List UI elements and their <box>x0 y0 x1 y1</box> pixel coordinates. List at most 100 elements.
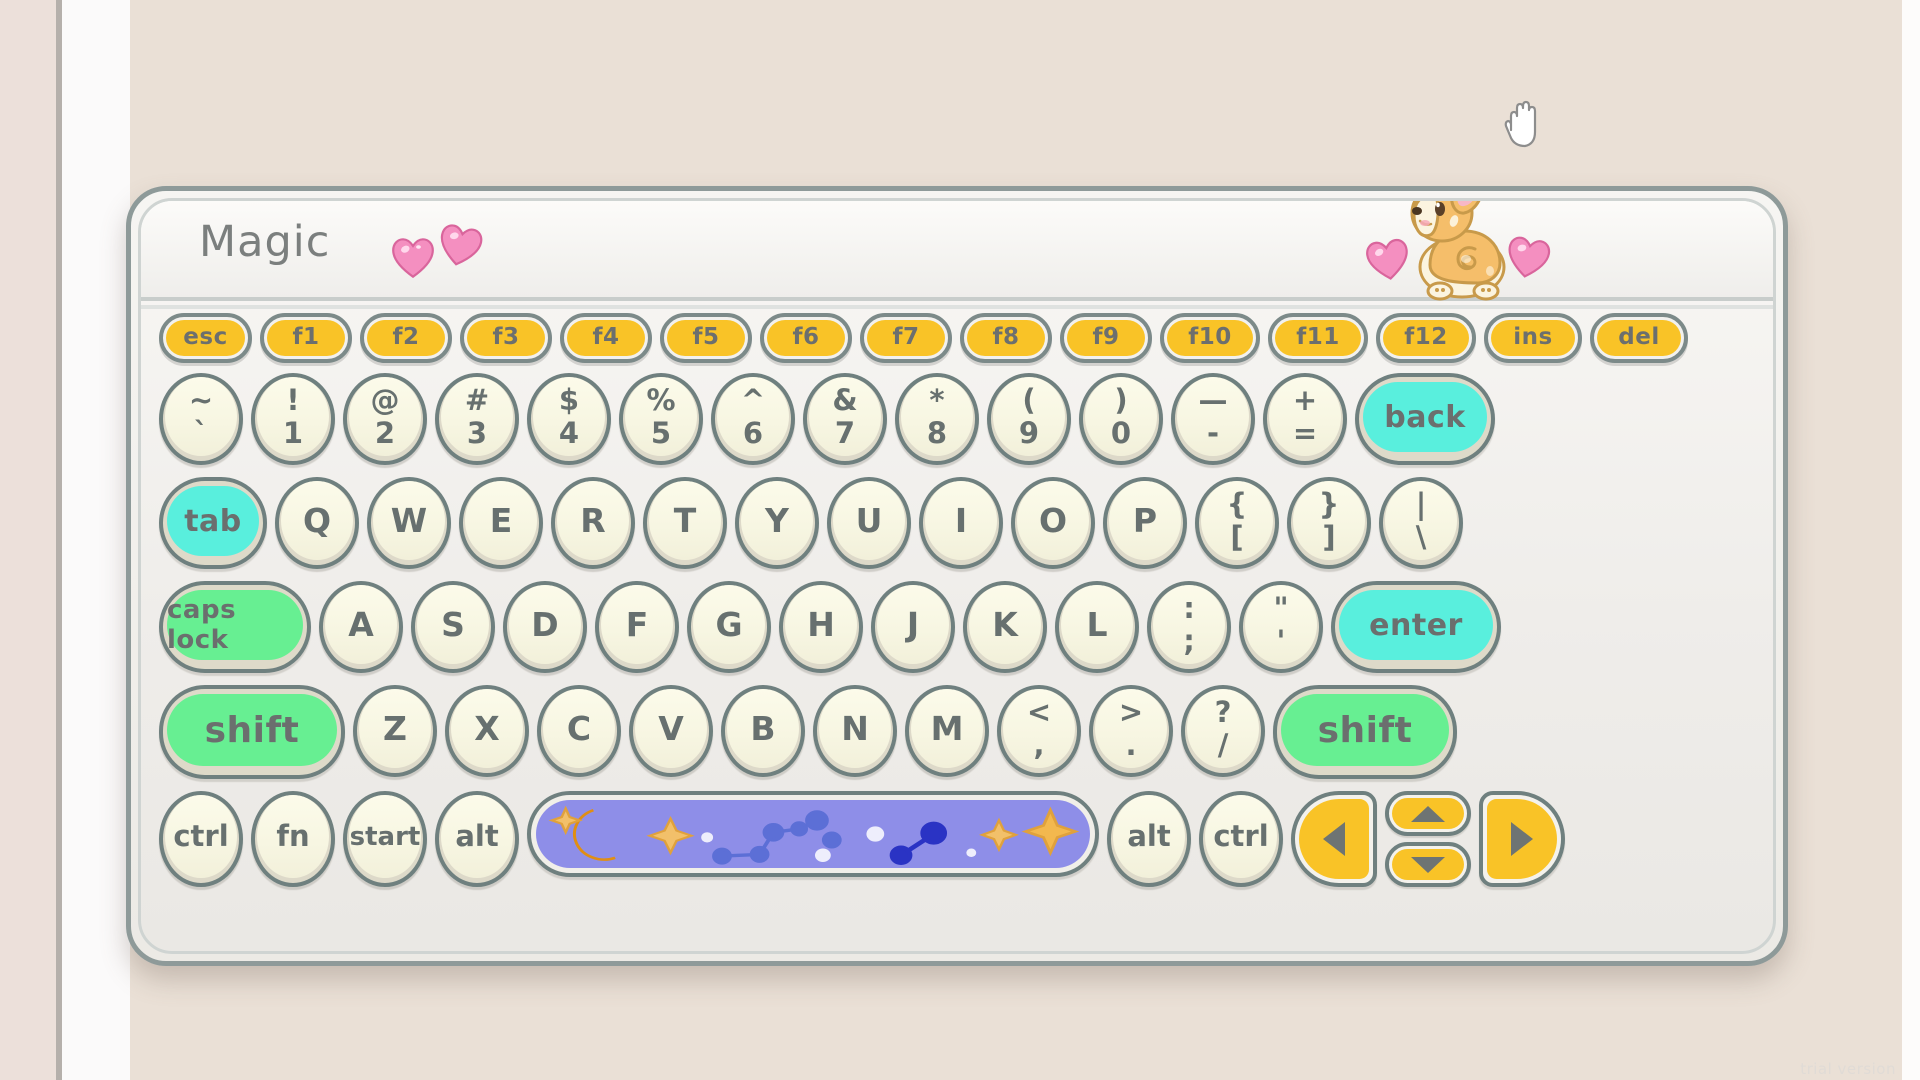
key-label-top: : <box>1183 590 1195 625</box>
key-faces: }] <box>1293 481 1365 560</box>
key-del[interactable]: del <box>1590 313 1688 363</box>
key-label: back <box>1363 382 1487 452</box>
keyboard-illustration[interactable]: Magic esc f1 f2 f3 f4 f5 f6 f7 f8 f9 f10… <box>126 186 1788 966</box>
key-n[interactable]: N <box>813 685 897 777</box>
key-j[interactable]: J <box>871 581 955 673</box>
key-semicolon[interactable]: :; <box>1147 581 1231 673</box>
key-f7[interactable]: f7 <box>860 313 952 363</box>
left-margin-strip <box>0 0 56 1080</box>
key-9[interactable]: (9 <box>987 373 1071 465</box>
key-faces: V <box>635 689 707 768</box>
key-bracket-right[interactable]: }] <box>1287 477 1371 569</box>
key-arrow-left[interactable] <box>1291 791 1377 887</box>
key-ctrl-right[interactable]: ctrl <box>1199 791 1283 887</box>
key-caps-lock[interactable]: caps lock <box>159 581 311 673</box>
key-q[interactable]: Q <box>275 477 359 569</box>
key-e[interactable]: E <box>459 477 543 569</box>
key-p[interactable]: P <box>1103 477 1187 569</box>
key-a[interactable]: A <box>319 581 403 673</box>
key-s[interactable]: S <box>411 581 495 673</box>
key-esc[interactable]: esc <box>159 313 252 363</box>
key-comma[interactable]: <, <box>997 685 1081 777</box>
key-ctrl-left[interactable]: ctrl <box>159 791 243 887</box>
key-backtick[interactable]: ~ ` <box>159 373 243 465</box>
key-alt-right[interactable]: alt <box>1107 791 1191 887</box>
key-faces: C <box>543 689 615 768</box>
key-0[interactable]: ) 0 <box>1079 373 1163 465</box>
key-bracket-left[interactable]: {[ <box>1195 477 1279 569</box>
key-f12[interactable]: f12 <box>1376 313 1476 363</box>
key-start[interactable]: start <box>343 791 427 887</box>
key-o[interactable]: O <box>1011 477 1095 569</box>
key-f9[interactable]: f9 <box>1060 313 1152 363</box>
key-w[interactable]: W <box>367 477 451 569</box>
key-x[interactable]: X <box>445 685 529 777</box>
key-f10[interactable]: f10 <box>1160 313 1260 363</box>
key-f3[interactable]: f3 <box>460 313 552 363</box>
key-arrow-down[interactable] <box>1385 842 1471 887</box>
key-label: f5 <box>667 320 745 356</box>
bottom-key-row: ctrl fn start alt alt ctrl <box>155 791 1759 891</box>
key-faces: ^ 6 <box>717 377 789 456</box>
key-alt-left[interactable]: alt <box>435 791 519 887</box>
key-d[interactable]: D <box>503 581 587 673</box>
key-arrow-right[interactable] <box>1479 791 1565 887</box>
key-faces: P <box>1109 481 1181 560</box>
key-6[interactable]: ^ 6 <box>711 373 795 465</box>
key-y[interactable]: Y <box>735 477 819 569</box>
key-k[interactable]: K <box>963 581 1047 673</box>
key-3[interactable]: #3 <box>435 373 519 465</box>
key-label: I <box>954 501 968 540</box>
key-f5[interactable]: f5 <box>660 313 752 363</box>
key-period[interactable]: >. <box>1089 685 1173 777</box>
key-4[interactable]: $4 <box>527 373 611 465</box>
key-space[interactable] <box>527 791 1099 877</box>
key-f8[interactable]: f8 <box>960 313 1052 363</box>
key-backslash[interactable]: | \ <box>1379 477 1463 569</box>
key-equals[interactable]: + = <box>1263 373 1347 465</box>
key-shift-left[interactable]: shift <box>159 685 345 779</box>
key-g[interactable]: G <box>687 581 771 673</box>
key-tab[interactable]: tab <box>159 477 267 569</box>
key-v[interactable]: V <box>629 685 713 777</box>
key-f11[interactable]: f11 <box>1268 313 1368 363</box>
key-t[interactable]: T <box>643 477 727 569</box>
key-h[interactable]: H <box>779 581 863 673</box>
key-slash[interactable]: ? / <box>1181 685 1265 777</box>
key-f6[interactable]: f6 <box>760 313 852 363</box>
key-l[interactable]: L <box>1055 581 1139 673</box>
key-5[interactable]: % 5 <box>619 373 703 465</box>
key-1[interactable]: ! 1 <box>251 373 335 465</box>
key-quote[interactable]: " ' <box>1239 581 1323 673</box>
key-enter[interactable]: enter <box>1331 581 1501 673</box>
key-shift-right[interactable]: shift <box>1273 685 1457 779</box>
key-z[interactable]: Z <box>353 685 437 777</box>
key-2[interactable]: @2 <box>343 373 427 465</box>
key-faces: Y <box>741 481 813 560</box>
key-c[interactable]: C <box>537 685 621 777</box>
key-ins[interactable]: ins <box>1484 313 1582 363</box>
key-f2[interactable]: f2 <box>360 313 452 363</box>
key-7[interactable]: & 7 <box>803 373 887 465</box>
key-minus[interactable]: — - <box>1171 373 1255 465</box>
key-fn[interactable]: fn <box>251 791 335 887</box>
key-i[interactable]: I <box>919 477 1003 569</box>
key-m[interactable]: M <box>905 685 989 777</box>
key-f[interactable]: F <box>595 581 679 673</box>
key-r[interactable]: R <box>551 477 635 569</box>
key-u[interactable]: U <box>827 477 911 569</box>
key-faces: G <box>693 585 765 664</box>
key-label: f11 <box>1275 320 1361 356</box>
key-8[interactable]: * 8 <box>895 373 979 465</box>
key-label: A <box>348 605 374 644</box>
key-faces: D <box>509 585 581 664</box>
key-backspace[interactable]: back <box>1355 373 1495 465</box>
key-label-top: } <box>1318 486 1340 521</box>
key-label: f6 <box>767 320 845 356</box>
key-faces: Z <box>359 689 431 768</box>
key-f4[interactable]: f4 <box>560 313 652 363</box>
key-label: C <box>566 709 592 748</box>
key-arrow-up[interactable] <box>1385 791 1471 836</box>
key-b[interactable]: B <box>721 685 805 777</box>
key-f1[interactable]: f1 <box>260 313 352 363</box>
